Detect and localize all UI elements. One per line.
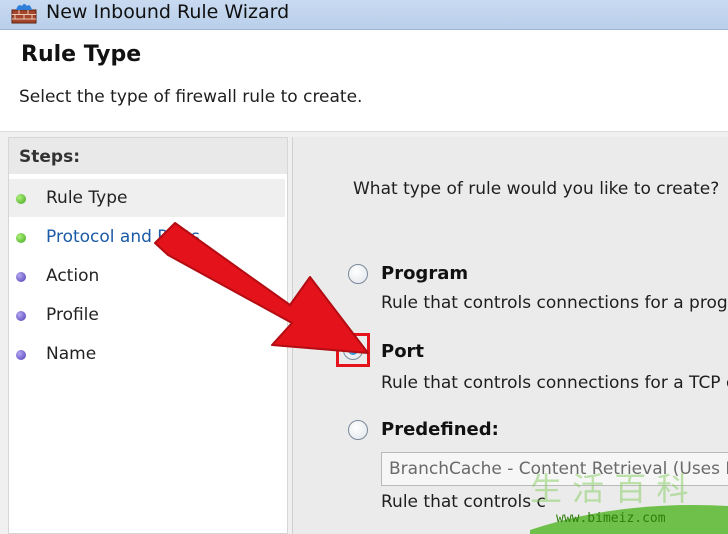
step-label: Name	[46, 344, 97, 364]
svg-text:生 活 百 科: 生 活 百 科	[530, 470, 689, 508]
step-rule-type[interactable]: Rule Type	[9, 179, 285, 217]
wizard-header: Rule Type Select the type of firewall ru…	[0, 30, 728, 132]
step-label: Profile	[46, 305, 99, 325]
status-dot-icon	[16, 194, 26, 204]
steps-heading: Steps:	[9, 138, 287, 174]
step-label: Rule Type	[46, 188, 128, 208]
status-dot-icon	[16, 350, 26, 360]
status-dot-icon	[16, 272, 26, 282]
page-title: Rule Type	[21, 42, 142, 67]
rule-type-question: What type of rule would you like to crea…	[353, 179, 720, 199]
red-arrow-icon	[154, 222, 369, 354]
title-bar: New Inbound Rule Wizard	[0, 0, 728, 30]
predefined-radio[interactable]	[348, 420, 368, 440]
program-label[interactable]: Program	[381, 263, 468, 284]
firewall-icon	[11, 4, 37, 24]
watermark-url: www.bimeiz.com	[556, 511, 666, 526]
step-label: Action	[46, 266, 100, 286]
status-dot-icon	[16, 233, 26, 243]
status-dot-icon	[16, 311, 26, 321]
port-label[interactable]: Port	[381, 341, 424, 362]
program-description: Rule that controls connections for a pro…	[381, 293, 728, 313]
predefined-label[interactable]: Predefined:	[381, 419, 499, 440]
port-description: Rule that controls connections for a TCP…	[381, 373, 728, 393]
page-subtitle: Select the type of firewall rule to crea…	[19, 87, 363, 107]
window-title: New Inbound Rule Wizard	[46, 1, 290, 23]
